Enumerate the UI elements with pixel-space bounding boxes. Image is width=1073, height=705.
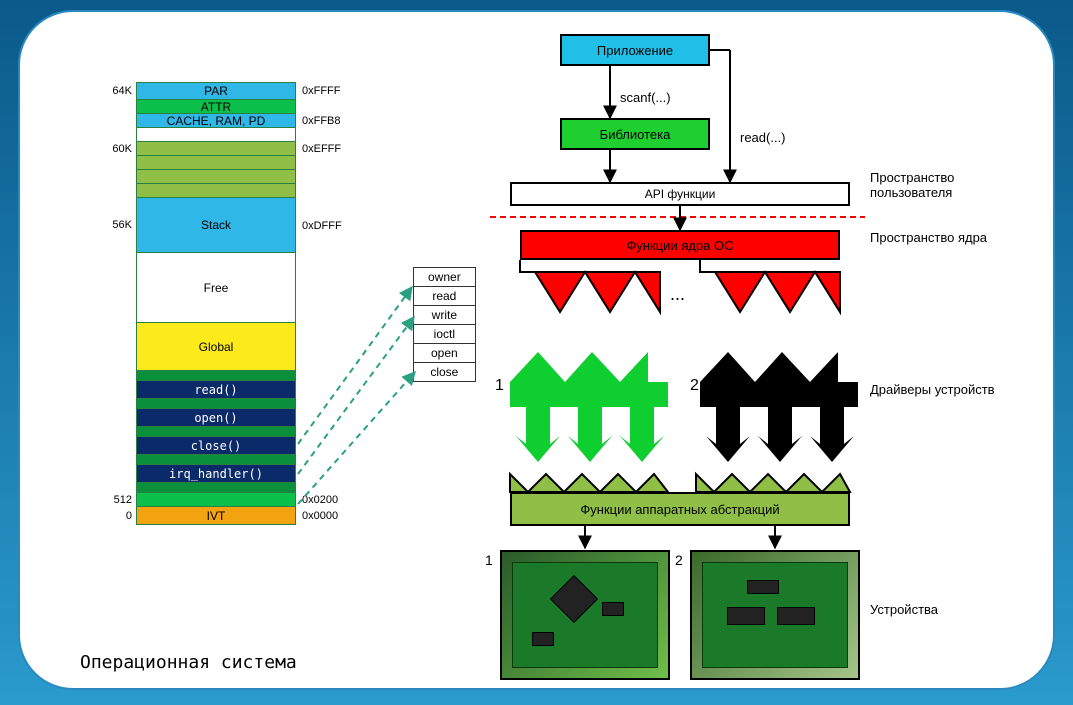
mem-left-label: 64K <box>90 82 136 100</box>
mem-right-label <box>296 323 356 371</box>
mem-cell: open() <box>136 409 296 427</box>
diagram-title: Операционная система <box>80 652 297 673</box>
mem-right-label: 0xFFFF <box>296 82 356 100</box>
mem-right-label <box>296 409 356 427</box>
mem-left-label: 0 <box>90 507 136 525</box>
kernelspace-label: Пространство ядра <box>870 230 1030 245</box>
mem-right-label <box>296 399 356 409</box>
mem-cell: PAR <box>136 82 296 100</box>
mem-left-label: 56K <box>90 198 136 253</box>
mem-cell: close() <box>136 437 296 455</box>
driver1-num: 1 <box>495 377 504 395</box>
userspace-label: Пространство пользователя <box>870 170 1030 200</box>
mem-right-label <box>296 253 356 323</box>
mem-left-label <box>90 114 136 128</box>
mem-right-label <box>296 465 356 483</box>
mem-left-label: 512 <box>90 493 136 507</box>
mem-cell <box>136 493 296 507</box>
mem-left-label <box>90 184 136 198</box>
mem-left-label <box>90 427 136 437</box>
app-box: Приложение <box>560 34 710 66</box>
mem-cell: irq_handler() <box>136 465 296 483</box>
mem-right-label: 0xFFB8 <box>296 114 356 128</box>
mem-left-label <box>90 437 136 455</box>
mem-right-label <box>296 483 356 493</box>
device1-num: 1 <box>485 552 493 568</box>
mem-left-label <box>90 323 136 371</box>
mem-cell: ATTR <box>136 100 296 114</box>
mem-right-label: 0x0200 <box>296 493 356 507</box>
library-box: Библиотека <box>560 118 710 150</box>
mem-right-label <box>296 184 356 198</box>
mem-cell <box>136 184 296 198</box>
read-label: read(...) <box>740 130 786 145</box>
mem-cell: CACHE, RAM, PD <box>136 114 296 128</box>
scanf-label: scanf(...) <box>620 90 671 105</box>
mem-right-label <box>296 381 356 399</box>
mem-left-label: 60K <box>90 142 136 156</box>
mem-cell <box>136 427 296 437</box>
mem-right-label <box>296 128 356 142</box>
mem-right-label <box>296 156 356 170</box>
mem-cell <box>136 142 296 156</box>
kernel-box: Функции ядра ОС <box>520 230 840 260</box>
api-box: API функции <box>510 182 850 206</box>
driver-struct-table: ownerreadwriteioctlopenclose <box>413 267 476 382</box>
mem-cell: Free <box>136 253 296 323</box>
hal-box: Функции аппаратных абстракций <box>510 492 850 526</box>
memory-map: 64KPAR0xFFFFATTRCACHE, RAM, PD0xFFB8 60K 0… <box>90 82 356 525</box>
mem-right-label <box>296 100 356 114</box>
mem-left-label <box>90 253 136 323</box>
mem-right-label <box>296 437 356 455</box>
mem-left-label <box>90 170 136 184</box>
mem-right-label: 0x0000 <box>296 507 356 525</box>
mem-cell: Stack <box>136 198 296 253</box>
struct-field: read <box>414 286 475 305</box>
struct-field: close <box>414 362 475 381</box>
mem-cell <box>136 128 296 142</box>
mem-cell: read() <box>136 381 296 399</box>
mem-right-label <box>296 427 356 437</box>
device2-image <box>690 550 860 680</box>
struct-field: owner <box>414 268 475 286</box>
mem-left-label <box>90 483 136 493</box>
mem-cell: IVT <box>136 507 296 525</box>
mem-left-label <box>90 371 136 381</box>
struct-field: ioctl <box>414 324 475 343</box>
mem-left-label <box>90 455 136 465</box>
drivers-label: Драйверы устройств <box>870 382 1030 397</box>
mem-left-label <box>90 128 136 142</box>
mem-left-label <box>90 399 136 409</box>
mem-right-label: 0xEFFF <box>296 142 356 156</box>
mem-left-label <box>90 100 136 114</box>
driver2-num: 2 <box>690 377 699 395</box>
mem-right-label <box>296 371 356 381</box>
mem-cell <box>136 371 296 381</box>
mem-right-label: 0xDFFF <box>296 198 356 253</box>
mem-cell <box>136 399 296 409</box>
device2-num: 2 <box>675 552 683 568</box>
mem-cell: Global <box>136 323 296 371</box>
mem-left-label <box>90 381 136 399</box>
ellipsis-label: ... <box>670 284 685 305</box>
mem-left-label <box>90 409 136 427</box>
mem-right-label <box>296 170 356 184</box>
device1-image <box>500 550 670 680</box>
mem-cell <box>136 483 296 493</box>
mem-cell <box>136 156 296 170</box>
struct-field: write <box>414 305 475 324</box>
mem-right-label <box>296 455 356 465</box>
mem-cell <box>136 455 296 465</box>
mem-cell <box>136 170 296 184</box>
struct-field: open <box>414 343 475 362</box>
devices-label: Устройства <box>870 602 1030 617</box>
mem-left-label <box>90 465 136 483</box>
mem-left-label <box>90 156 136 170</box>
